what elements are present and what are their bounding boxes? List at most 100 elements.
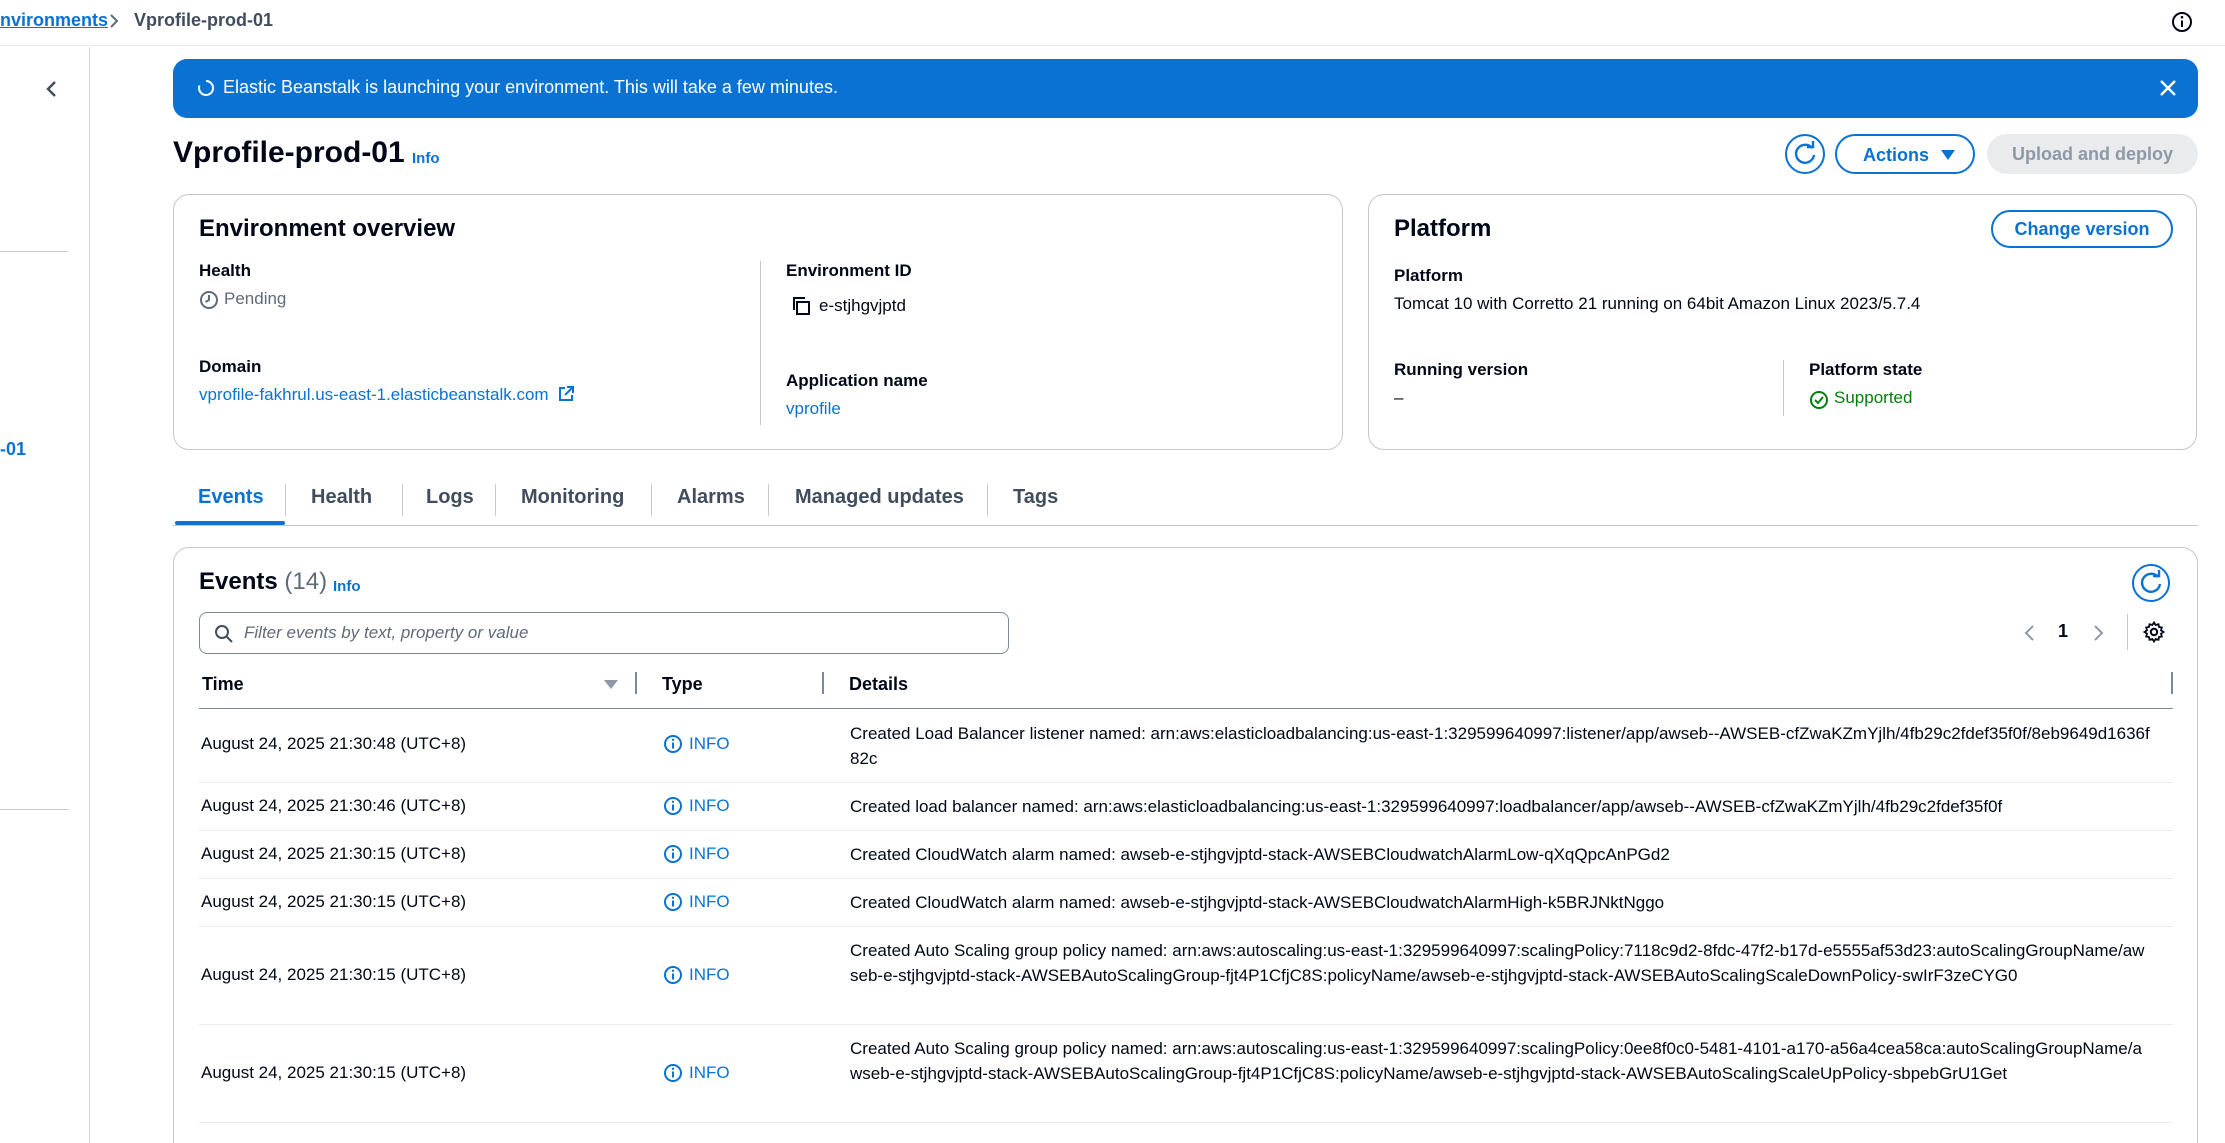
actions-button-label: Actions	[1863, 145, 1930, 165]
info-icon[interactable]	[2170, 10, 2194, 34]
search-icon	[215, 625, 233, 643]
nav-item-environment[interactable]: -01	[0, 439, 26, 460]
event-type-text: INFO	[689, 796, 730, 815]
column-header-time[interactable]: Time	[202, 674, 244, 695]
platform-card: Platform Change version Platform Tomcat …	[1368, 194, 2197, 450]
current-page[interactable]: 1	[2058, 621, 2068, 642]
column-header-details[interactable]: Details	[849, 674, 908, 695]
column-resizer[interactable]	[822, 672, 824, 694]
table-row: August 24, 2025 21:30:48 (UTC+8) INFO Cr…	[199, 709, 2173, 783]
side-navigation: -01	[0, 47, 90, 1143]
column-resizer[interactable]	[635, 672, 637, 694]
check-circle-icon	[1810, 391, 1828, 409]
domain-label: Domain	[199, 357, 262, 376]
event-time: August 24, 2025 21:30:46 (UTC+8)	[201, 796, 467, 815]
title-info-link[interactable]: Info	[412, 150, 440, 167]
tab-managed-updates[interactable]: Managed updates	[795, 486, 964, 509]
tab-alarms[interactable]: Alarms	[677, 486, 745, 509]
event-time: August 24, 2025 21:30:15 (UTC+8)	[201, 892, 467, 911]
tab-separator	[402, 484, 403, 516]
tab-bar: Events Health Logs Monitoring Alarms Man…	[173, 474, 2198, 526]
tab-separator	[987, 484, 988, 516]
card-title: Environment overview	[199, 215, 456, 242]
events-info-link[interactable]: Info	[333, 578, 361, 595]
events-title-text: Events	[199, 568, 278, 595]
actions-button[interactable]: Actions	[1835, 134, 1975, 174]
breadcrumb-current: Vprofile-prod-01	[134, 10, 274, 30]
domain-link[interactable]: vprofile-fakhrul.us-east-1.elasticbeanst…	[199, 385, 575, 405]
platform-value: Tomcat 10 with Corretto 21 running on 64…	[1394, 294, 1921, 313]
info-icon	[664, 1064, 682, 1082]
pager-divider	[2127, 614, 2128, 650]
environment-id-value: e-stjhgvjptd	[819, 296, 906, 315]
card-title: Platform	[1394, 215, 1492, 242]
event-details: Created Auto Scaling group policy named:…	[850, 941, 2145, 985]
table-row: August 24, 2025 21:30:15 (UTC+8) INFO Cr…	[199, 831, 2173, 879]
copy-icon[interactable]	[790, 295, 812, 317]
running-version-label: Running version	[1394, 360, 1529, 379]
info-icon	[664, 797, 682, 815]
chevron-left-icon[interactable]	[40, 75, 64, 103]
caret-down-icon	[1941, 150, 1955, 160]
info-icon	[664, 845, 682, 863]
event-type-text: INFO	[689, 734, 730, 753]
top-bar: nvironments Vprofile-prod-01	[0, 0, 2225, 46]
events-count: (14)	[284, 568, 328, 595]
table-row: August 24, 2025 21:30:15 (UTC+8) INFO Cr…	[199, 1025, 2173, 1123]
info-icon	[664, 966, 682, 984]
event-time: August 24, 2025 21:30:15 (UTC+8)	[201, 965, 467, 984]
chevron-left-icon[interactable]	[2021, 622, 2039, 644]
domain-link-text: vprofile-fakhrul.us-east-1.elasticbeanst…	[199, 385, 549, 404]
events-search-input[interactable]	[244, 618, 994, 648]
tab-monitoring[interactable]: Monitoring	[521, 486, 624, 509]
column-header-type[interactable]: Type	[662, 674, 703, 695]
column-resizer[interactable]	[2171, 672, 2173, 694]
upload-and-deploy-button[interactable]: Upload and deploy	[1987, 134, 2198, 174]
nav-divider	[0, 251, 68, 252]
close-icon[interactable]	[2157, 77, 2179, 99]
event-details: Created Auto Scaling group policy named:…	[850, 1039, 2142, 1083]
breadcrumb-environments-link[interactable]: nvironments	[0, 10, 108, 31]
events-panel: Events (14) Info 1 Time Type Details Aug…	[173, 547, 2198, 1143]
event-time: August 24, 2025 21:30:48 (UTC+8)	[201, 734, 467, 753]
event-type-text: INFO	[689, 965, 730, 984]
events-search-field[interactable]	[199, 612, 1009, 654]
chevron-right-icon[interactable]	[2089, 622, 2107, 644]
table-row: August 24, 2025 21:30:15 (UTC+8) INFO Cr…	[199, 927, 2173, 1025]
flash-banner: Elastic Beanstalk is launching your envi…	[173, 59, 2198, 118]
column-divider	[1783, 360, 1784, 416]
table-row: August 24, 2025 21:30:46 (UTC+8) INFO Cr…	[199, 783, 2173, 831]
external-link-icon	[559, 386, 575, 401]
tab-events[interactable]: Events	[198, 486, 264, 509]
event-type-text: INFO	[689, 892, 730, 911]
column-divider	[760, 261, 761, 425]
refresh-button[interactable]	[1785, 134, 1825, 174]
tab-health[interactable]: Health	[311, 486, 372, 509]
running-version-value: –	[1394, 388, 1404, 407]
change-version-button[interactable]: Change version	[1991, 210, 2173, 248]
table-row: August 24, 2025 21:30:15 (UTC+8) INFO Cr…	[199, 879, 2173, 927]
flash-message: Elastic Beanstalk is launching your envi…	[223, 77, 838, 97]
refresh-icon	[1794, 141, 1816, 164]
application-name-link[interactable]: vprofile	[786, 399, 841, 419]
platform-state-value: Supported	[1834, 388, 1913, 407]
info-icon	[664, 735, 682, 753]
event-type-text: INFO	[689, 1063, 730, 1082]
event-details: Created CloudWatch alarm named: awseb-e-…	[850, 893, 1665, 912]
sort-caret-down-icon[interactable]	[604, 680, 618, 690]
platform-state-label: Platform state	[1809, 360, 1923, 379]
tab-logs[interactable]: Logs	[426, 486, 474, 509]
event-details: Created Load Balancer listener named: ar…	[850, 724, 2150, 768]
tab-separator	[495, 484, 496, 516]
page-title: Vprofile-prod-01	[173, 136, 405, 169]
tab-tags[interactable]: Tags	[1013, 486, 1058, 509]
chevron-right-icon	[110, 14, 119, 28]
gear-icon[interactable]	[2142, 620, 2166, 644]
events-refresh-button[interactable]	[2132, 564, 2170, 602]
refresh-icon	[2140, 570, 2162, 593]
health-value: Pending	[224, 289, 287, 308]
tab-separator	[285, 484, 286, 516]
event-time: August 24, 2025 21:30:15 (UTC+8)	[201, 844, 467, 863]
platform-label: Platform	[1394, 266, 1463, 285]
event-details: Created CloudWatch alarm named: awseb-e-…	[850, 845, 1670, 864]
